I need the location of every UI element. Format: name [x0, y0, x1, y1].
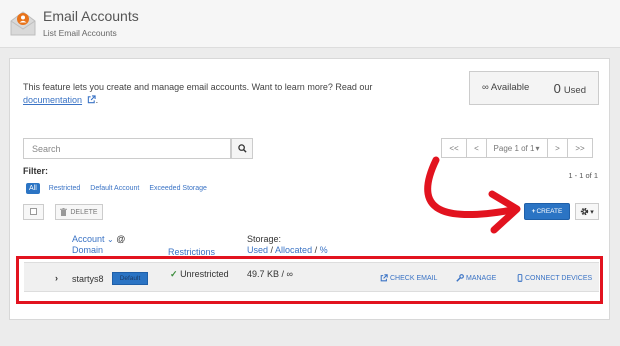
filter-exceeded-storage[interactable]: Exceeded Storage [149, 185, 207, 192]
create-label: CREATE [536, 208, 563, 215]
prev-page-button[interactable]: < [466, 138, 487, 158]
sort-caret-icon: ⌄ [107, 235, 114, 244]
last-page-button[interactable]: >> [567, 138, 593, 158]
used-stat: 0 Used [554, 81, 586, 96]
filter-label: Filter: [23, 166, 49, 176]
allocated-sort-link[interactable]: Allocated [275, 245, 312, 255]
available-label: Available [490, 82, 530, 93]
filter-default-account[interactable]: Default Account [90, 185, 139, 192]
trash-icon [60, 208, 68, 216]
filter-restricted[interactable]: Restricted [49, 185, 81, 192]
search-button[interactable] [231, 138, 253, 159]
intro-text: This feature lets you create and manage … [23, 81, 403, 107]
email-accounts-page: Email Accounts List Email Accounts This … [0, 0, 620, 346]
account-sort-link[interactable]: Account [72, 234, 105, 244]
domain-sort-link[interactable]: Domain [72, 245, 103, 255]
first-page-button[interactable]: << [441, 138, 467, 158]
plus-icon: + [531, 208, 536, 215]
at-symbol: @ [116, 234, 126, 244]
next-page-button[interactable]: > [547, 138, 568, 158]
delete-button[interactable]: DELETE [55, 204, 103, 220]
results-count: 1 - 1 of 1 [568, 171, 598, 180]
intro-period: . [95, 95, 99, 105]
select-all-checkbox[interactable] [23, 204, 44, 220]
documentation-link[interactable]: documentation [23, 95, 82, 105]
used-label: Used [563, 85, 586, 96]
page-subtitle: List Email Accounts [43, 28, 117, 38]
percent-sort-link[interactable]: % [320, 245, 328, 255]
storage-label: Storage: [247, 234, 282, 244]
account-stats: ∞ Available 0 Used [469, 71, 599, 105]
page-header: Email Accounts List Email Accounts [0, 0, 620, 48]
checkbox-box [30, 208, 37, 215]
used-count: 0 [553, 81, 561, 96]
storage-column-header: Storage: Used / Allocated / % [247, 234, 328, 255]
infinity-symbol: ∞ [482, 82, 489, 93]
account-column-header[interactable]: Account ⌄ @ Domain [72, 234, 125, 256]
caret-down-icon: ▾ [590, 208, 594, 216]
gear-icon [581, 207, 589, 216]
row-highlight-box [16, 256, 603, 304]
envelope-user-icon [10, 11, 36, 36]
filter-all[interactable]: All [26, 183, 40, 194]
create-button[interactable]: + CREATE [524, 203, 570, 220]
filter-options: All Restricted Default Account Exceeded … [26, 183, 217, 194]
page-select[interactable]: Page 1 of 1 ▾ [486, 138, 548, 158]
intro-sentence: This feature lets you create and manage … [23, 82, 373, 92]
search-icon [237, 144, 247, 153]
available-stat: ∞ Available [482, 82, 529, 93]
settings-dropdown-button[interactable]: ▾ [575, 203, 599, 220]
page-select-label: Page 1 of 1 [493, 143, 535, 153]
caret-down-icon: ▾ [535, 143, 540, 153]
external-link-icon [87, 95, 96, 104]
used-sort-link[interactable]: Used [247, 245, 268, 255]
search-input[interactable] [23, 138, 231, 159]
delete-label: DELETE [70, 208, 98, 216]
pagination: << < Page 1 of 1 ▾ > >> [441, 138, 593, 158]
page-title: Email Accounts [43, 8, 139, 24]
